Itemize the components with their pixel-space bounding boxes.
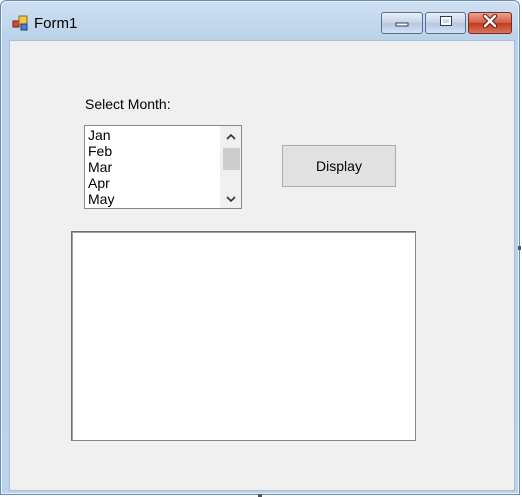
winforms-app-icon — [12, 15, 30, 31]
scroll-thumb[interactable] — [223, 148, 240, 170]
month-list-item[interactable]: Feb — [88, 143, 114, 159]
display-button[interactable]: Display — [282, 145, 396, 187]
month-list: Jan Feb Mar Apr May — [88, 127, 114, 207]
close-button[interactable] — [468, 12, 512, 34]
scroll-down-button[interactable] — [221, 190, 241, 207]
minimize-icon — [395, 14, 409, 32]
listbox-scrollbar[interactable] — [220, 126, 241, 208]
display-button-label: Display — [316, 158, 362, 174]
chevron-down-icon — [226, 190, 236, 208]
window-title: Form1 — [34, 15, 78, 32]
month-list-item[interactable]: Apr — [88, 175, 114, 191]
close-icon — [482, 13, 498, 33]
select-month-label: Select Month: — [85, 96, 171, 112]
output-textbox[interactable] — [71, 231, 416, 441]
chevron-up-icon — [226, 127, 236, 145]
scroll-up-button[interactable] — [221, 127, 241, 144]
title-bar[interactable]: Form1 — [1, 1, 519, 41]
month-list-item[interactable]: May — [88, 191, 114, 207]
resize-edge-mark — [518, 246, 521, 250]
maximize-button[interactable] — [425, 12, 466, 34]
month-list-item[interactable]: Jan — [88, 127, 114, 143]
maximize-icon — [439, 14, 453, 32]
minimize-button[interactable] — [381, 12, 423, 34]
month-list-item[interactable]: Mar — [88, 159, 114, 175]
month-listbox[interactable]: Jan Feb Mar Apr May — [84, 125, 242, 209]
